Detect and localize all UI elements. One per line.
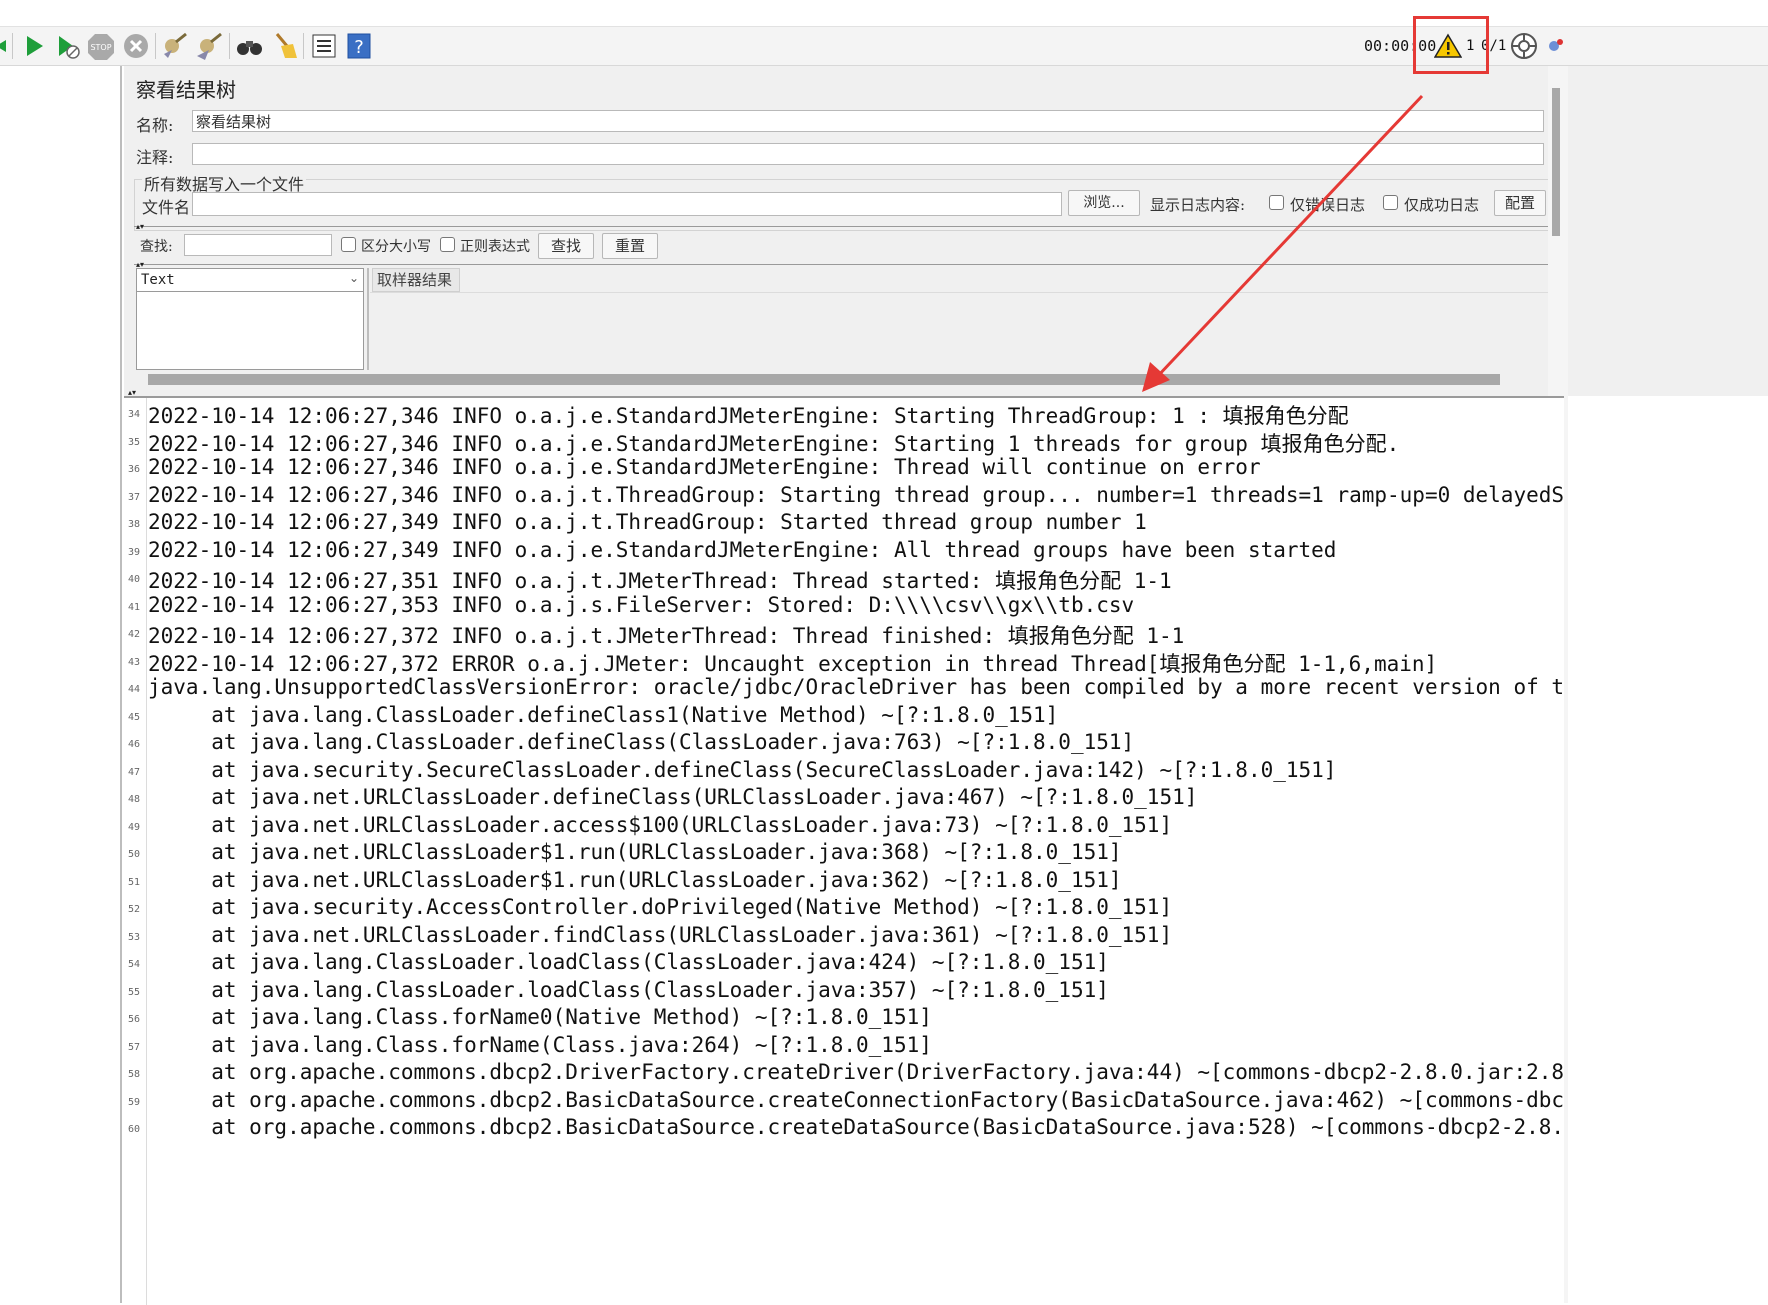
annotation-arrow <box>1142 94 1424 392</box>
